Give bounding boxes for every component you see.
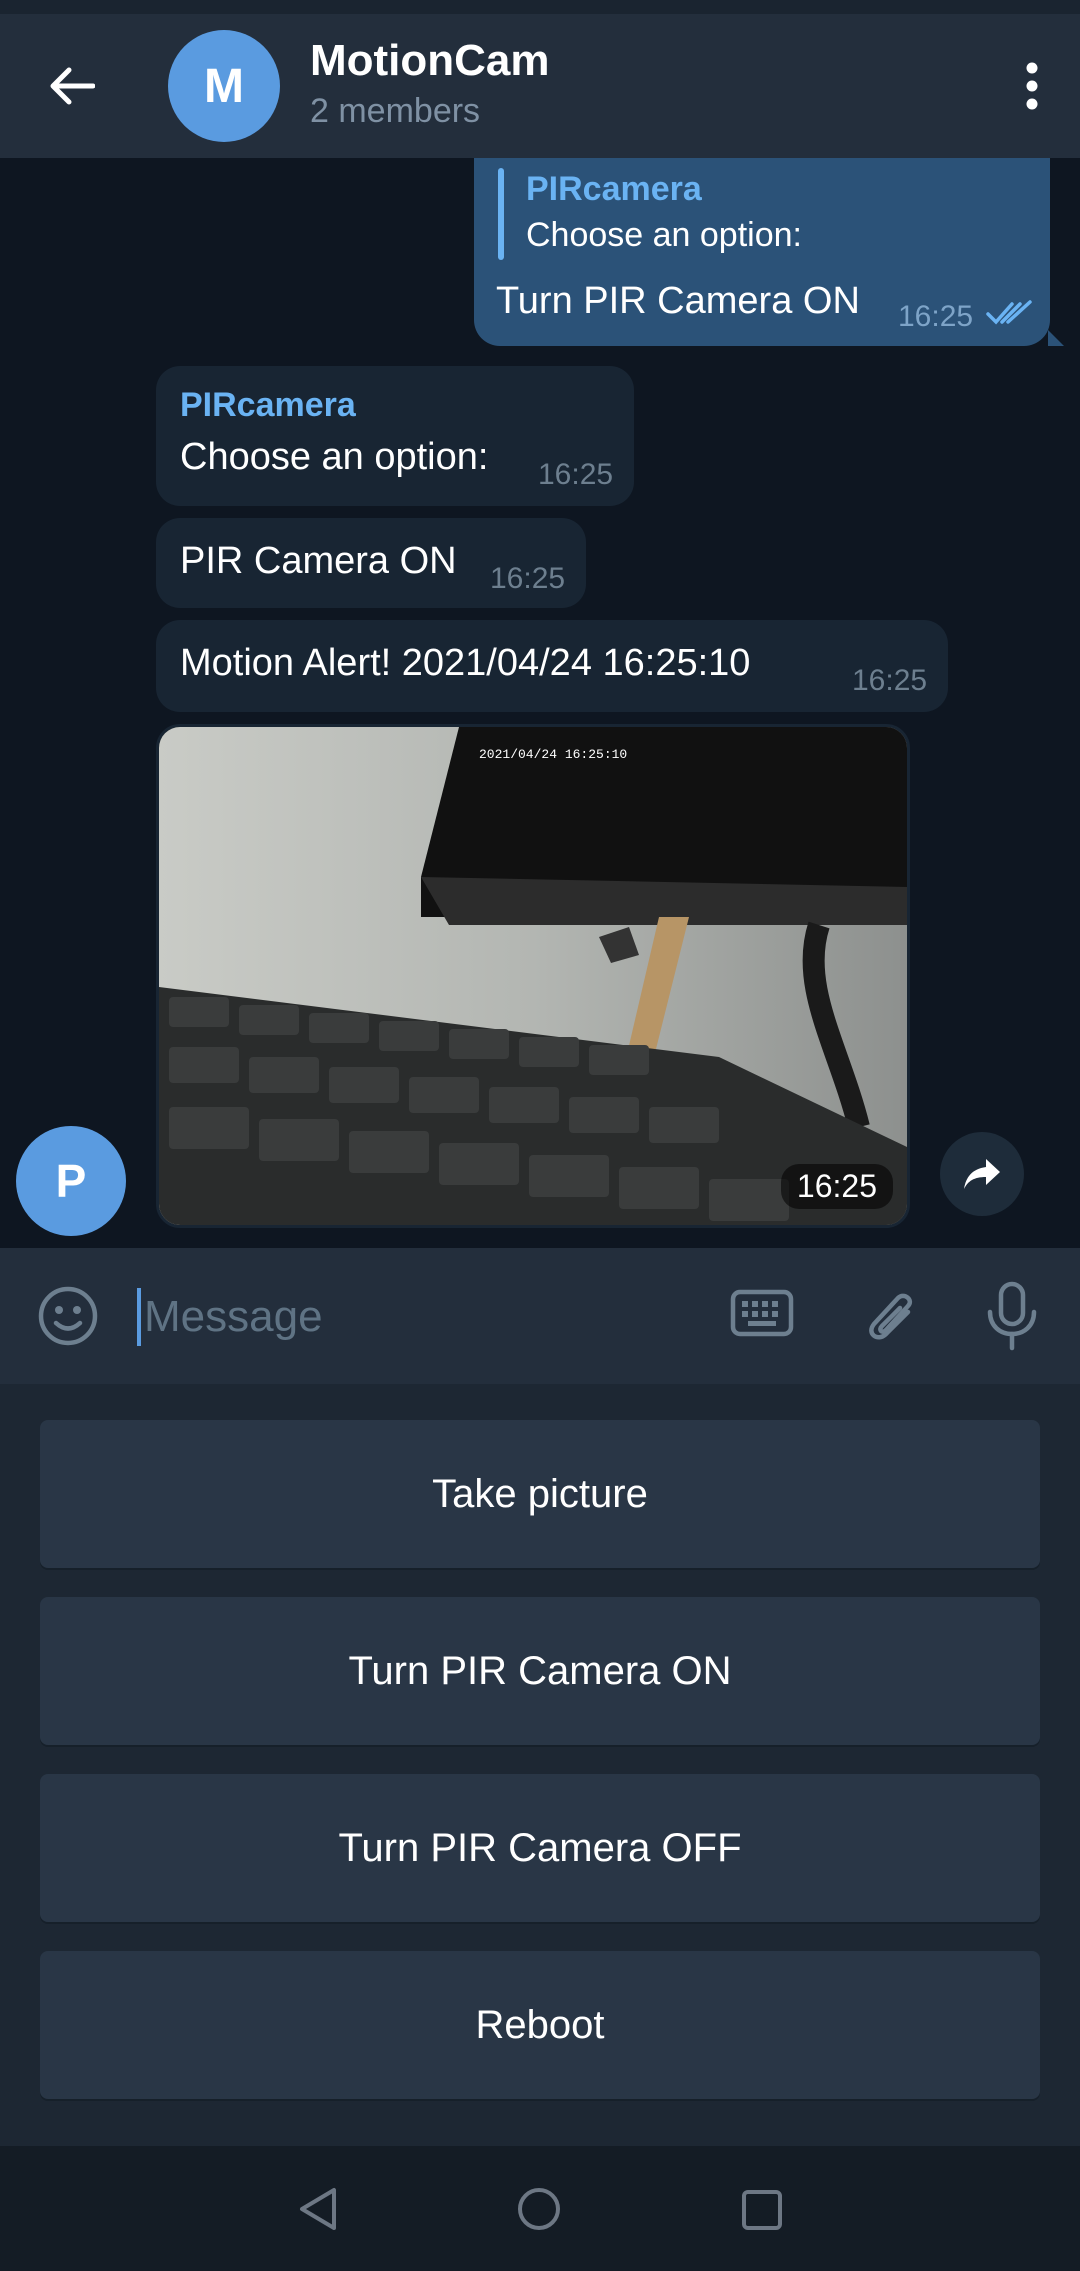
photo-message[interactable]: 2021/04/24 16:25:10 16:25: [156, 724, 910, 1228]
share-arrow-icon: [964, 1159, 1000, 1189]
square-recents-icon: [742, 2190, 782, 2230]
system-navigation-bar: [0, 2146, 1080, 2271]
message-time: 16:25: [538, 458, 614, 491]
menu-button[interactable]: [1002, 56, 1062, 116]
bubble-tail: [1048, 330, 1064, 346]
triangle-back-icon: [300, 2188, 336, 2230]
circle-home-icon: [518, 2188, 560, 2230]
text-cursor: [137, 1288, 141, 1346]
reboot-button[interactable]: Reboot: [40, 1951, 1040, 2099]
incoming-message[interactable]: Motion Alert! 2021/04/24 16:25:10 16:25: [156, 620, 948, 712]
camera-photo: [159, 727, 907, 1225]
chat-title[interactable]: MotionCam: [310, 36, 550, 86]
voice-record-button[interactable]: [980, 1278, 1044, 1359]
message-input[interactable]: [142, 1282, 686, 1352]
message-text: Turn PIR Camera ON: [496, 280, 860, 322]
reply-sender-name: PIRcamera: [526, 170, 702, 208]
message-text: PIR Camera ON: [180, 540, 457, 582]
message-time: 16:25: [898, 300, 974, 333]
reply-quote-text: Choose an option:: [526, 216, 802, 254]
bot-keyboard: Take picture Turn PIR Camera ON Turn PIR…: [0, 1384, 1080, 2146]
incoming-message[interactable]: PIRcamera Choose an option: 16:25: [156, 366, 634, 506]
share-button[interactable]: [940, 1132, 1024, 1216]
arrow-left-icon: [50, 67, 95, 105]
nav-recents-button[interactable]: [740, 2188, 784, 2237]
message-list[interactable]: PIRcamera Choose an option: Turn PIR Cam…: [0, 158, 1080, 1248]
message-text: Choose an option:: [180, 436, 489, 478]
take-picture-button[interactable]: Take picture: [40, 1420, 1040, 1568]
double-check-icon: [986, 300, 1032, 325]
photo-timestamp-overlay: 2021/04/24 16:25:10: [479, 747, 628, 762]
paperclip-icon: [869, 1293, 913, 1340]
attach-button[interactable]: [858, 1282, 922, 1355]
nav-home-button[interactable]: [516, 2186, 562, 2237]
turn-pir-on-button[interactable]: Turn PIR Camera ON: [40, 1597, 1040, 1745]
microphone-icon: [987, 1281, 1037, 1351]
message-text: Motion Alert! 2021/04/24 16:25:10: [180, 642, 751, 684]
incoming-message[interactable]: PIR Camera ON 16:25: [156, 518, 586, 608]
bot-keyboard-button[interactable]: [730, 1288, 794, 1345]
chat-avatar[interactable]: M: [168, 30, 280, 142]
sender-name: PIRcamera: [180, 386, 356, 424]
chat-members-count: 2 members: [310, 92, 481, 130]
message-time: 16:25: [852, 664, 928, 697]
status-bar: [0, 0, 1080, 14]
sender-avatar[interactable]: P: [16, 1126, 126, 1236]
reply-indicator: [498, 168, 504, 260]
outgoing-message[interactable]: PIRcamera Choose an option: Turn PIR Cam…: [474, 158, 1064, 346]
nav-back-button[interactable]: [296, 2186, 342, 2237]
message-time: 16:25: [780, 1164, 893, 1209]
more-vertical-icon: [1026, 62, 1038, 110]
emoji-button[interactable]: [36, 1284, 100, 1353]
chat-header: M MotionCam 2 members: [0, 14, 1080, 158]
keyboard-icon: [730, 1289, 794, 1337]
message-composer: [0, 1248, 1080, 1384]
back-button[interactable]: [36, 56, 108, 116]
message-time: 16:25: [490, 562, 566, 595]
smile-icon: [38, 1286, 98, 1346]
turn-pir-off-button[interactable]: Turn PIR Camera OFF: [40, 1774, 1040, 1922]
